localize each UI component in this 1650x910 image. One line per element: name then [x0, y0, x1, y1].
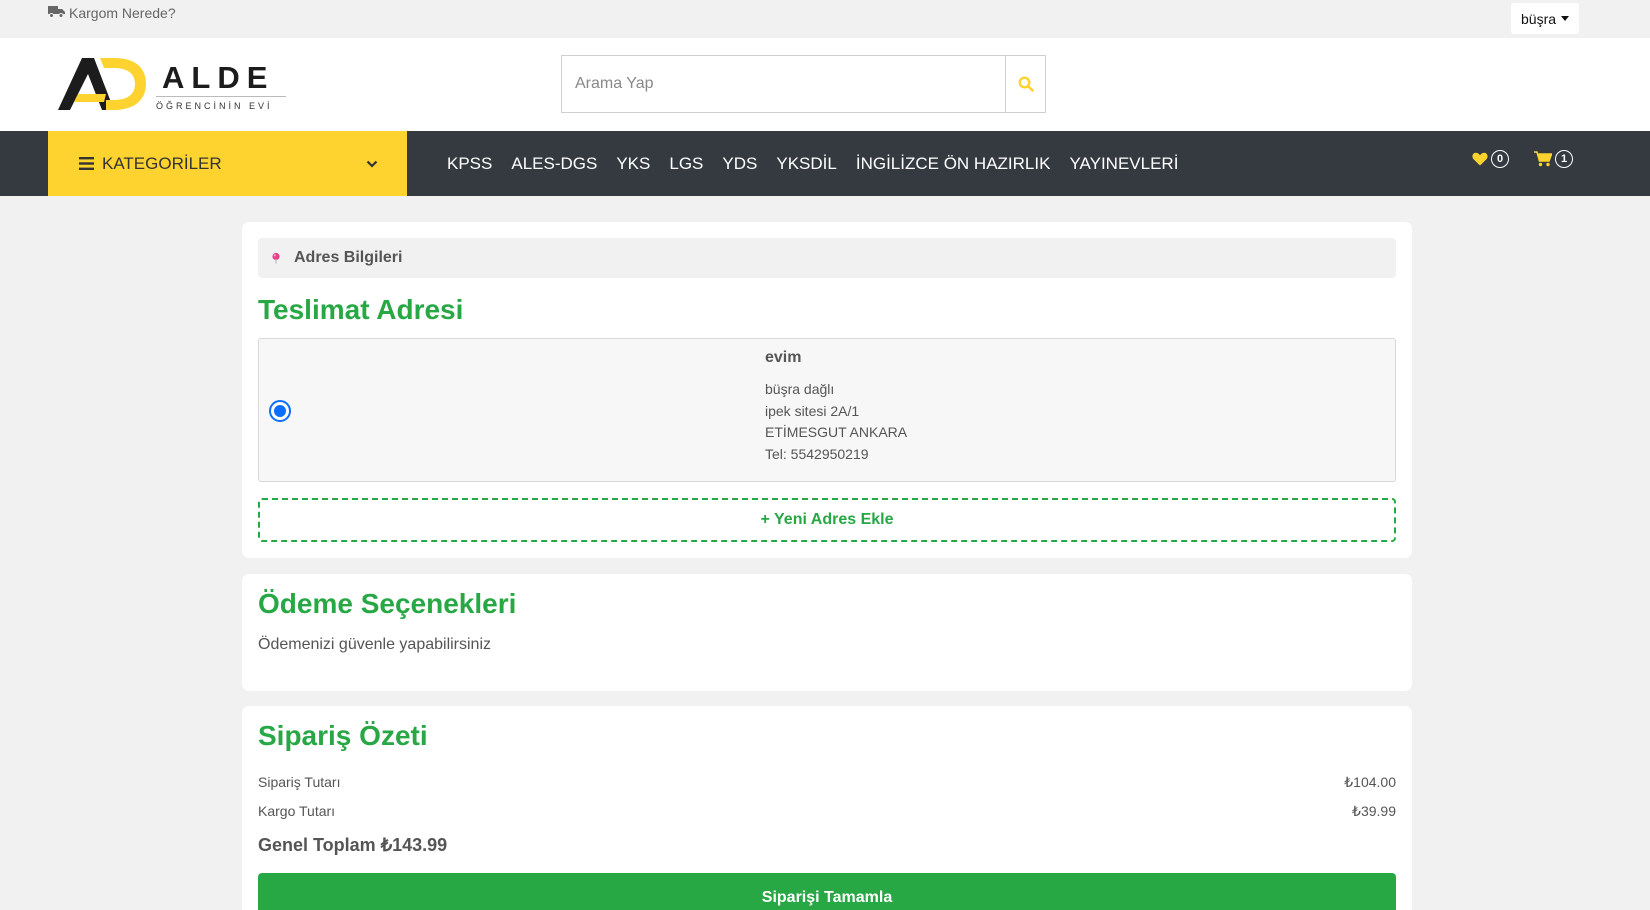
search-bar — [561, 55, 1046, 113]
grand-total-value: ₺143.99 — [380, 835, 448, 855]
order-total-value: ₺104.00 — [1344, 774, 1396, 790]
logo-wordmark: ALDE — [162, 60, 275, 95]
address-name: evim — [765, 349, 802, 366]
logo-divider — [156, 96, 286, 97]
categories-label: KATEGORİLER — [102, 153, 222, 173]
nav-link-yksdil[interactable]: YKSDİL — [776, 154, 836, 174]
search-input[interactable] — [562, 56, 1005, 112]
payment-options-title: Ödeme Seçenekleri — [258, 588, 517, 619]
search-button[interactable] — [1005, 56, 1045, 112]
user-menu-dropdown[interactable]: büşra — [1511, 3, 1580, 34]
address-option[interactable]: evim büşra dağlı ipek sitesi 2A/1 ETİMES… — [258, 338, 1396, 482]
site-logo[interactable]: ALDE ÖĞRENCİNİN EVİ — [56, 52, 286, 114]
wishlist-count-badge: 0 — [1491, 150, 1509, 168]
complete-order-button[interactable]: Siparişi Tamamla — [258, 873, 1396, 910]
cart-count-badge: 1 — [1555, 150, 1573, 168]
payment-description: Ödemenizi güvenle yapabilirsiniz — [258, 636, 492, 653]
address-phone: Tel: 5542950219 — [765, 445, 869, 462]
address-details: evim büşra dağlı ipek sitesi 2A/1 ETİMES… — [765, 349, 907, 465]
logo-tagline: ÖĞRENCİNİN EVİ — [156, 101, 273, 111]
payment-card: Ödeme Seçenekleri Ödemenizi güvenle yapa… — [242, 574, 1412, 691]
cart-icon — [1534, 151, 1552, 167]
address-info-title: Adres Bilgileri — [294, 249, 403, 266]
main-nav: KATEGORİLER KPSS ALES-DGS YKS LGS YDS YK… — [0, 131, 1650, 196]
shipping-total-label: Kargo Tutarı — [258, 803, 336, 819]
grand-total-label: Genel Toplam — [258, 835, 376, 855]
user-name: büşra — [1521, 10, 1557, 27]
truck-icon — [48, 5, 65, 21]
address-card: Adres Bilgileri Teslimat Adresi evim büş… — [242, 222, 1412, 558]
logo-mark-icon — [58, 58, 146, 110]
heart-icon — [1472, 152, 1488, 166]
order-summary-title: Sipariş Özeti — [258, 720, 428, 751]
nav-link-ingilizce-on-hazirlik[interactable]: İNGİLİZCE ÖN HAZIRLIK — [856, 154, 1051, 174]
nav-link-yds[interactable]: YDS — [722, 154, 757, 174]
address-person: büşra dağlı — [765, 381, 835, 397]
grand-total: Genel Toplam ₺143.99 — [258, 835, 447, 856]
search-icon — [1017, 76, 1034, 92]
shipping-total-value: ₺39.99 — [1352, 803, 1396, 819]
shipping-total-row: Kargo Tutarı ₺39.99 — [258, 803, 1396, 820]
wishlist-button[interactable]: 0 — [1472, 150, 1509, 168]
nav-link-kpss[interactable]: KPSS — [447, 154, 492, 174]
bars-icon — [79, 157, 94, 170]
cargo-tracking-label: Kargom Nerede? — [69, 5, 176, 21]
cart-button[interactable]: 1 — [1534, 150, 1573, 168]
nav-links: KPSS ALES-DGS YKS LGS YDS YKSDİL İNGİLİZ… — [447, 131, 1178, 196]
nav-link-yks[interactable]: YKS — [616, 154, 650, 174]
address-info-bar: Adres Bilgileri — [258, 238, 1396, 278]
caret-down-icon — [1561, 16, 1570, 21]
order-summary-card: Sipariş Özeti Sipariş Tutarı ₺104.00 Kar… — [242, 706, 1412, 910]
map-pin-icon — [272, 252, 280, 264]
categories-dropdown-button[interactable]: KATEGORİLER — [48, 131, 407, 196]
delivery-address-title: Teslimat Adresi — [258, 294, 464, 325]
order-total-label: Sipariş Tutarı — [258, 774, 341, 790]
address-city: ETİMESGUT ANKARA — [765, 424, 908, 440]
add-new-address-button[interactable]: + Yeni Adres Ekle — [258, 498, 1396, 542]
nav-link-lgs[interactable]: LGS — [669, 154, 703, 174]
order-total-row: Sipariş Tutarı ₺104.00 — [258, 774, 1396, 791]
radio-selected-dot — [274, 405, 286, 417]
cargo-tracking-link[interactable]: Kargom Nerede? — [48, 5, 176, 21]
nav-link-yayinevleri[interactable]: YAYINEVLERİ — [1069, 154, 1178, 174]
chevron-down-icon — [366, 160, 378, 168]
address-radio[interactable] — [269, 400, 291, 422]
nav-link-ales-dgs[interactable]: ALES-DGS — [511, 154, 597, 174]
top-bar: Kargom Nerede? büşra — [0, 0, 1650, 38]
address-line: ipek sitesi 2A/1 — [765, 402, 860, 419]
